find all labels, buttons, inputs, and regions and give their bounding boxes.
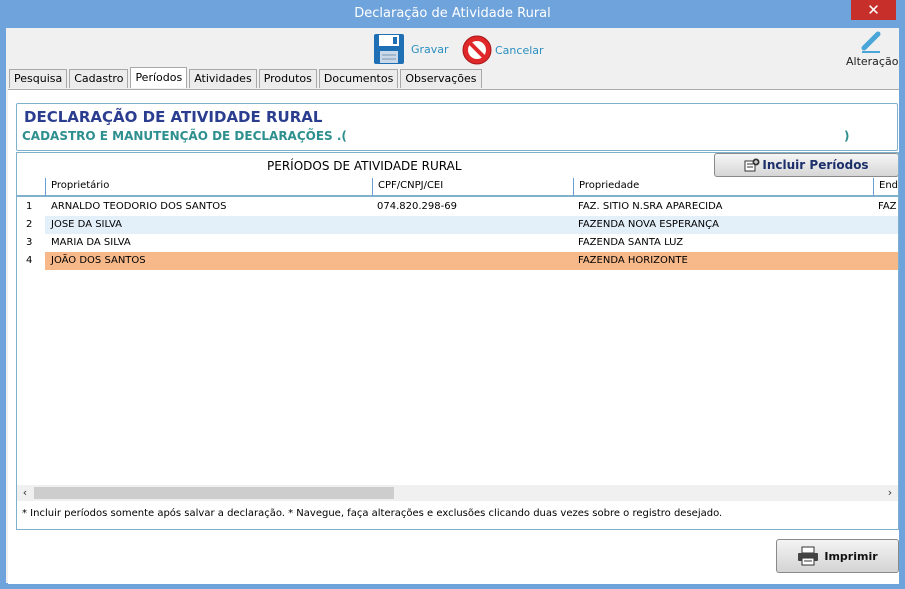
- footnote: * Incluir períodos somente após salvar a…: [22, 508, 723, 519]
- print-label: Imprimir: [824, 549, 878, 563]
- window-body: Gravar Cancelar Alteração Pesquisa Cadas…: [6, 28, 899, 584]
- add-document-icon: [744, 158, 760, 172]
- page-title: DECLARAÇÃO DE ATIVIDADE RURAL: [24, 108, 323, 126]
- cell-address: FAZ: [878, 201, 897, 212]
- table-row-selected[interactable]: 4 JOÃO DOS SANTOS FAZENDA HORIZONTE: [17, 252, 898, 270]
- column-header-owner[interactable]: Proprietário: [46, 178, 373, 197]
- tab-pesquisa[interactable]: Pesquisa: [9, 69, 68, 88]
- scroll-left-icon[interactable]: ‹: [18, 486, 32, 499]
- row-number: 3: [26, 237, 33, 248]
- table-row[interactable]: 1 ARNALDO TEODORIO DOS SANTOS 074.820.29…: [17, 198, 898, 216]
- printer-icon: [798, 546, 819, 566]
- scrollbar-thumb[interactable]: [34, 487, 394, 499]
- row-number: 1: [26, 201, 33, 212]
- add-periods-button[interactable]: Incluir Períodos: [714, 153, 898, 177]
- row-number: 2: [17, 216, 45, 234]
- cell-property: FAZENDA HORIZONTE: [578, 255, 688, 266]
- periods-grid: PERÍODOS DE ATIVIDADE RURAL Incluir Perí…: [16, 152, 899, 530]
- edit-button[interactable]: Alteração: [846, 28, 899, 68]
- tab-produtos[interactable]: Produtos: [258, 69, 317, 88]
- cell-property: FAZ. SITIO N.SRA APARECIDA: [578, 201, 723, 212]
- cell-property: FAZENDA NOVA ESPERANÇA: [578, 219, 719, 230]
- title-bar: Declaração de Atividade Rural ✕: [0, 0, 905, 28]
- scroll-right-icon[interactable]: ›: [883, 486, 897, 499]
- page-subtitle-close: ): [844, 129, 850, 143]
- tab-strip: Pesquisa Cadastro Períodos Atividades Pr…: [9, 67, 484, 89]
- tab-panel: DECLARAÇÃO DE ATIVIDADE RURAL CADASTRO E…: [8, 89, 899, 584]
- page-subtitle: CADASTRO E MANUTENÇÃO DE DECLARAÇÕES .(: [22, 129, 347, 143]
- window-title: Declaração de Atividade Rural: [354, 6, 551, 21]
- close-button[interactable]: ✕: [851, 0, 896, 20]
- add-periods-label: Incluir Períodos: [762, 158, 869, 172]
- save-label: Gravar: [411, 42, 449, 56]
- column-header-property[interactable]: Propriedade: [574, 178, 874, 197]
- floppy-disk-icon: [374, 34, 404, 64]
- cancel-icon: [462, 35, 492, 65]
- tab-documentos[interactable]: Documentos: [318, 69, 399, 88]
- column-header-document[interactable]: CPF/CNPJ/CEI: [373, 178, 574, 197]
- cancel-label: Cancelar: [495, 43, 544, 57]
- cell-document: 074.820.298-69: [377, 201, 457, 212]
- grid-caption: PERÍODOS DE ATIVIDADE RURAL: [267, 159, 462, 173]
- horizontal-scrollbar[interactable]: ‹ ›: [17, 485, 898, 501]
- tab-cadastro[interactable]: Cadastro: [69, 69, 129, 88]
- tab-atividades[interactable]: Atividades: [189, 69, 257, 88]
- cell-property: FAZENDA SANTA LUZ: [578, 237, 684, 248]
- table-row[interactable]: 3 MARIA DA SILVA FAZENDA SANTA LUZ: [17, 234, 898, 252]
- edit-label: Alteração: [846, 55, 899, 68]
- row-number: 4: [17, 252, 45, 270]
- cell-owner: MARIA DA SILVA: [51, 237, 131, 248]
- column-header-address[interactable]: End: [874, 178, 898, 197]
- print-button[interactable]: Imprimir: [776, 539, 899, 573]
- header-box: DECLARAÇÃO DE ATIVIDADE RURAL CADASTRO E…: [16, 103, 898, 151]
- cancel-button[interactable]: Cancelar: [461, 34, 544, 66]
- cell-owner: JOSE DA SILVA: [51, 219, 123, 230]
- cell-owner: JOÃO DOS SANTOS: [51, 255, 146, 266]
- pencil-icon: [861, 31, 881, 53]
- tab-observacoes[interactable]: Observações: [400, 69, 482, 88]
- save-button[interactable]: Gravar: [373, 33, 449, 65]
- tab-periodos[interactable]: Períodos: [130, 67, 188, 88]
- cell-owner: ARNALDO TEODORIO DOS SANTOS: [51, 201, 227, 212]
- table-row[interactable]: 2 JOSE DA SILVA FAZENDA NOVA ESPERANÇA: [17, 216, 898, 234]
- row-number-header: [17, 178, 46, 197]
